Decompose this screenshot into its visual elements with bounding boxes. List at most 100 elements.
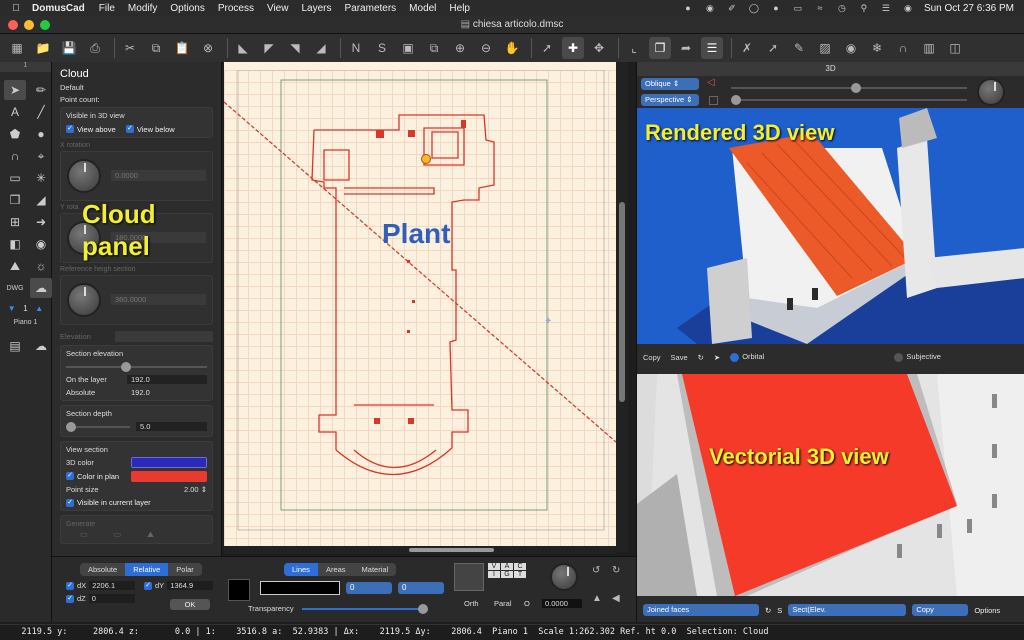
relative-tab[interactable]: Relative xyxy=(125,563,169,576)
flip-triangle-icon[interactable]: ◀ xyxy=(612,593,620,604)
projection-dropdown[interactable]: Oblique ⇕ xyxy=(641,78,699,90)
image-tool-icon[interactable]: ⛰ xyxy=(4,256,26,276)
line-tool-icon[interactable]: ➚ xyxy=(536,37,558,59)
layer-up-icon[interactable]: ▲ xyxy=(35,304,43,313)
generate-surface-icon[interactable]: ▭ xyxy=(80,530,88,540)
rectangle-tool-icon[interactable]: ▭ xyxy=(4,168,26,188)
menu-parameters[interactable]: Parameters xyxy=(344,3,396,14)
menu-layers[interactable]: Layers xyxy=(301,3,331,14)
control-center-icon[interactable]: ☰ xyxy=(880,3,892,13)
view-code-c[interactable]: C xyxy=(514,563,526,570)
x-rotation-value[interactable]: 0.0000 xyxy=(111,170,206,181)
view-code-t[interactable]: T xyxy=(514,571,526,578)
zoom-in-icon[interactable]: ⊕ xyxy=(449,37,471,59)
vectorial-3d-view[interactable]: Vectorial 3D view xyxy=(637,374,1024,596)
search-icon[interactable]: ⚲ xyxy=(858,3,870,13)
camera-tool-icon[interactable]: ◉ xyxy=(30,234,52,254)
menu-view[interactable]: View xyxy=(267,3,289,14)
orbital-radio[interactable]: Orbital xyxy=(730,352,764,362)
fit-window-icon[interactable]: ▣ xyxy=(397,37,419,59)
select-icon[interactable]: ➦ xyxy=(675,37,697,59)
stair-icon[interactable]: ▥ xyxy=(918,37,940,59)
s-button[interactable]: S xyxy=(777,606,782,615)
pointer-tool-icon[interactable]: ➤ xyxy=(4,80,26,100)
angle-value[interactable]: 0.0000 xyxy=(542,599,582,608)
menu-file[interactable]: File xyxy=(99,3,115,14)
siri-icon[interactable]: ◉ xyxy=(902,3,914,13)
box-tool-icon[interactable]: ❒ xyxy=(4,190,26,210)
scroll-thumb[interactable] xyxy=(619,202,625,402)
lines-tab[interactable]: Lines xyxy=(284,563,318,576)
view-below-checkbox[interactable]: ✓ View below xyxy=(125,125,175,134)
palette-tab[interactable]: 1 xyxy=(0,62,51,72)
section-depth-value[interactable]: 5.0 xyxy=(136,422,207,431)
cut-icon[interactable]: ✂ xyxy=(119,37,141,59)
o-button[interactable]: O xyxy=(524,599,530,608)
ok-button[interactable]: OK xyxy=(170,599,210,610)
ruler-icon[interactable]: ✎ xyxy=(788,37,810,59)
point-size-value[interactable]: 2.00 xyxy=(184,485,199,494)
scroll-thumb[interactable] xyxy=(409,548,494,552)
line-width-dropdown[interactable]: 0 xyxy=(346,582,392,594)
check-icon[interactable]: ✓ xyxy=(66,594,74,603)
wall-icon[interactable]: ▨ xyxy=(814,37,836,59)
layer-name[interactable]: Piano 1 xyxy=(0,319,51,326)
rendered-3d-view[interactable]: Rendered 3D view xyxy=(637,108,1024,344)
menu-process[interactable]: Process xyxy=(218,3,254,14)
rotate-icon[interactable]: ◤ xyxy=(258,37,280,59)
time-machine-icon[interactable]: ◷ xyxy=(836,3,848,13)
arch-tool-icon[interactable]: ∩ xyxy=(4,146,26,166)
dy-value[interactable]: 1364.9 xyxy=(167,581,214,590)
menu-model[interactable]: Model xyxy=(409,3,436,14)
plan-view[interactable]: ✦ xyxy=(224,70,616,546)
view-code-a[interactable]: A xyxy=(501,563,513,570)
scale-icon[interactable]: ◢ xyxy=(310,37,332,59)
on-layer-value[interactable]: 192.0 xyxy=(127,374,207,384)
section-elevation-slider[interactable] xyxy=(66,361,207,373)
menu-modify[interactable]: Modify xyxy=(128,3,157,14)
rotation-knob[interactable] xyxy=(977,78,1005,106)
print-icon[interactable]: ⎙ xyxy=(84,37,106,59)
menu-help[interactable]: Help xyxy=(449,3,470,14)
view-code-v[interactable]: V xyxy=(488,563,500,570)
view-preview-icon[interactable] xyxy=(454,563,484,591)
reference-heigh-value[interactable]: 360.0000 xyxy=(111,294,206,305)
section-view-icon[interactable]: ☁ xyxy=(30,336,52,356)
mirror-triangle-icon[interactable]: ▲ xyxy=(592,593,602,604)
dimension-aligned-icon[interactable]: ➚ xyxy=(762,37,784,59)
save-button[interactable]: Save xyxy=(671,353,688,362)
x-rotation-knob[interactable] xyxy=(67,158,101,193)
zoom-window-icon[interactable]: ⧉ xyxy=(423,37,445,59)
dx-value[interactable]: 2206.1 xyxy=(89,581,136,590)
polygon-tool-icon[interactable]: ⬟ xyxy=(4,124,26,144)
move-icon[interactable]: ◣ xyxy=(232,37,254,59)
generate-mesh-icon[interactable]: ▭ xyxy=(114,530,122,540)
visible-current-layer-checkbox[interactable]: ✓ Visible in current layer xyxy=(66,498,151,507)
view-code-g[interactable]: G xyxy=(501,571,513,578)
polar-tab[interactable]: Polar xyxy=(168,563,202,576)
reference-heigh-knob[interactable] xyxy=(67,282,101,317)
faces-dropdown[interactable]: Joined faces xyxy=(643,604,759,616)
open-folder-icon[interactable]: 📁 xyxy=(32,37,54,59)
line-tool-icon[interactable]: ╱ xyxy=(30,102,52,122)
door-tool-icon[interactable]: ◧ xyxy=(4,234,26,254)
check-icon[interactable]: ✓ xyxy=(66,581,74,590)
save-icon[interactable]: 💾 xyxy=(58,37,80,59)
layer-down-icon[interactable]: ▼ xyxy=(8,304,16,313)
axes-icon[interactable]: ⌞ xyxy=(623,37,645,59)
section-dropdown[interactable]: Sect(Elev. xyxy=(788,604,907,616)
paral-button[interactable]: Paral xyxy=(494,599,512,608)
pipe-icon[interactable]: ∩ xyxy=(892,37,914,59)
pencil-tool-icon[interactable]: ✏ xyxy=(30,80,52,100)
dimension-tool-icon[interactable]: ⌖ xyxy=(30,146,52,166)
plan-horizontal-scrollbar[interactable] xyxy=(224,546,616,554)
areas-tab[interactable]: Areas xyxy=(318,563,354,576)
wifi-icon[interactable]: ≈ xyxy=(814,3,826,13)
color-3d-swatch[interactable] xyxy=(131,456,207,468)
battery-icon[interactable]: ▭ xyxy=(792,3,804,13)
zoom-out-icon[interactable]: ⊖ xyxy=(475,37,497,59)
vpn-icon[interactable]: ◯ xyxy=(748,3,760,13)
angle-knob[interactable] xyxy=(550,563,578,591)
plan-view-icon[interactable]: ▤ xyxy=(4,336,26,356)
view-code-i[interactable]: I xyxy=(488,571,500,578)
